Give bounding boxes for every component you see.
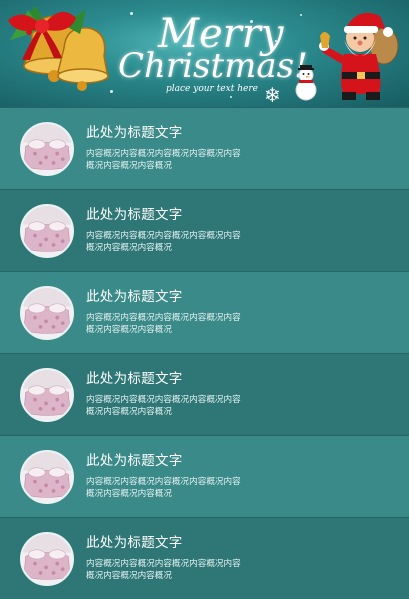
item-title: 此处为标题文字 [86, 125, 183, 141]
greeting-subtitle: place your text here [166, 84, 258, 94]
item-thumbnail [20, 286, 74, 340]
item-title: 此处为标题文字 [86, 289, 183, 305]
item-thumbnail [20, 450, 74, 504]
bedding-image-icon [22, 124, 72, 174]
item-thumbnail [20, 204, 74, 258]
snowflake-icon: ❄ [264, 83, 281, 107]
item-thumbnail [20, 532, 74, 586]
greeting-text: Merry Christmas! place your text here [118, 4, 308, 100]
item-title: 此处为标题文字 [86, 371, 183, 387]
item-title: 此处为标题文字 [86, 535, 183, 551]
item-description: 内容概况内容概况内容概况内容概况内容概况内容概况内容概况 [86, 559, 241, 581]
page: Merry Christmas! place your text here ❄ [0, 0, 409, 599]
christmas-banner: Merry Christmas! place your text here ❄ [0, 0, 409, 107]
bells-icon [8, 6, 109, 91]
bedding-image-icon [22, 206, 72, 256]
item-thumbnail [20, 368, 74, 422]
bedding-image-icon [22, 288, 72, 338]
list-item[interactable]: 此处为标题文字 内容概况内容概况内容概况内容概况内容概况内容概况内容概况 [0, 271, 409, 353]
item-thumbnail [20, 122, 74, 176]
item-description: 内容概况内容概况内容概况内容概况内容概况内容概况内容概况 [86, 313, 241, 335]
bedding-image-icon [22, 534, 72, 584]
item-description: 内容概况内容概况内容概况内容概况内容概况内容概况内容概况 [86, 477, 241, 499]
list-item[interactable]: 此处为标题文字 内容概况内容概况内容概况内容概况内容概况内容概况内容概况 [0, 189, 409, 271]
item-description: 内容概况内容概况内容概况内容概况内容概况内容概况内容概况 [86, 231, 241, 253]
list-item[interactable]: 此处为标题文字 内容概况内容概况内容概况内容概况内容概况内容概况内容概况 [0, 435, 409, 517]
bedding-image-icon [22, 452, 72, 502]
item-title: 此处为标题文字 [86, 207, 183, 223]
list-item[interactable]: 此处为标题文字 内容概况内容概况内容概况内容概况内容概况内容概况内容概况 [0, 517, 409, 599]
santa-icon [319, 12, 399, 100]
article-list: 此处为标题文字 内容概况内容概况内容概况内容概况内容概况内容概况内容概况 此处为… [0, 107, 409, 599]
list-item[interactable]: 此处为标题文字 内容概况内容概况内容概况内容概况内容概况内容概况内容概况 [0, 107, 409, 189]
list-item[interactable]: 此处为标题文字 内容概况内容概况内容概况内容概况内容概况内容概况内容概况 [0, 353, 409, 435]
greeting-line-2: Christmas! [118, 46, 308, 86]
item-description: 内容概况内容概况内容概况内容概况内容概况内容概况内容概况 [86, 395, 241, 417]
bedding-image-icon [22, 370, 72, 420]
item-title: 此处为标题文字 [86, 453, 183, 469]
item-description: 内容概况内容概况内容概况内容概况内容概况内容概况内容概况 [86, 149, 241, 171]
